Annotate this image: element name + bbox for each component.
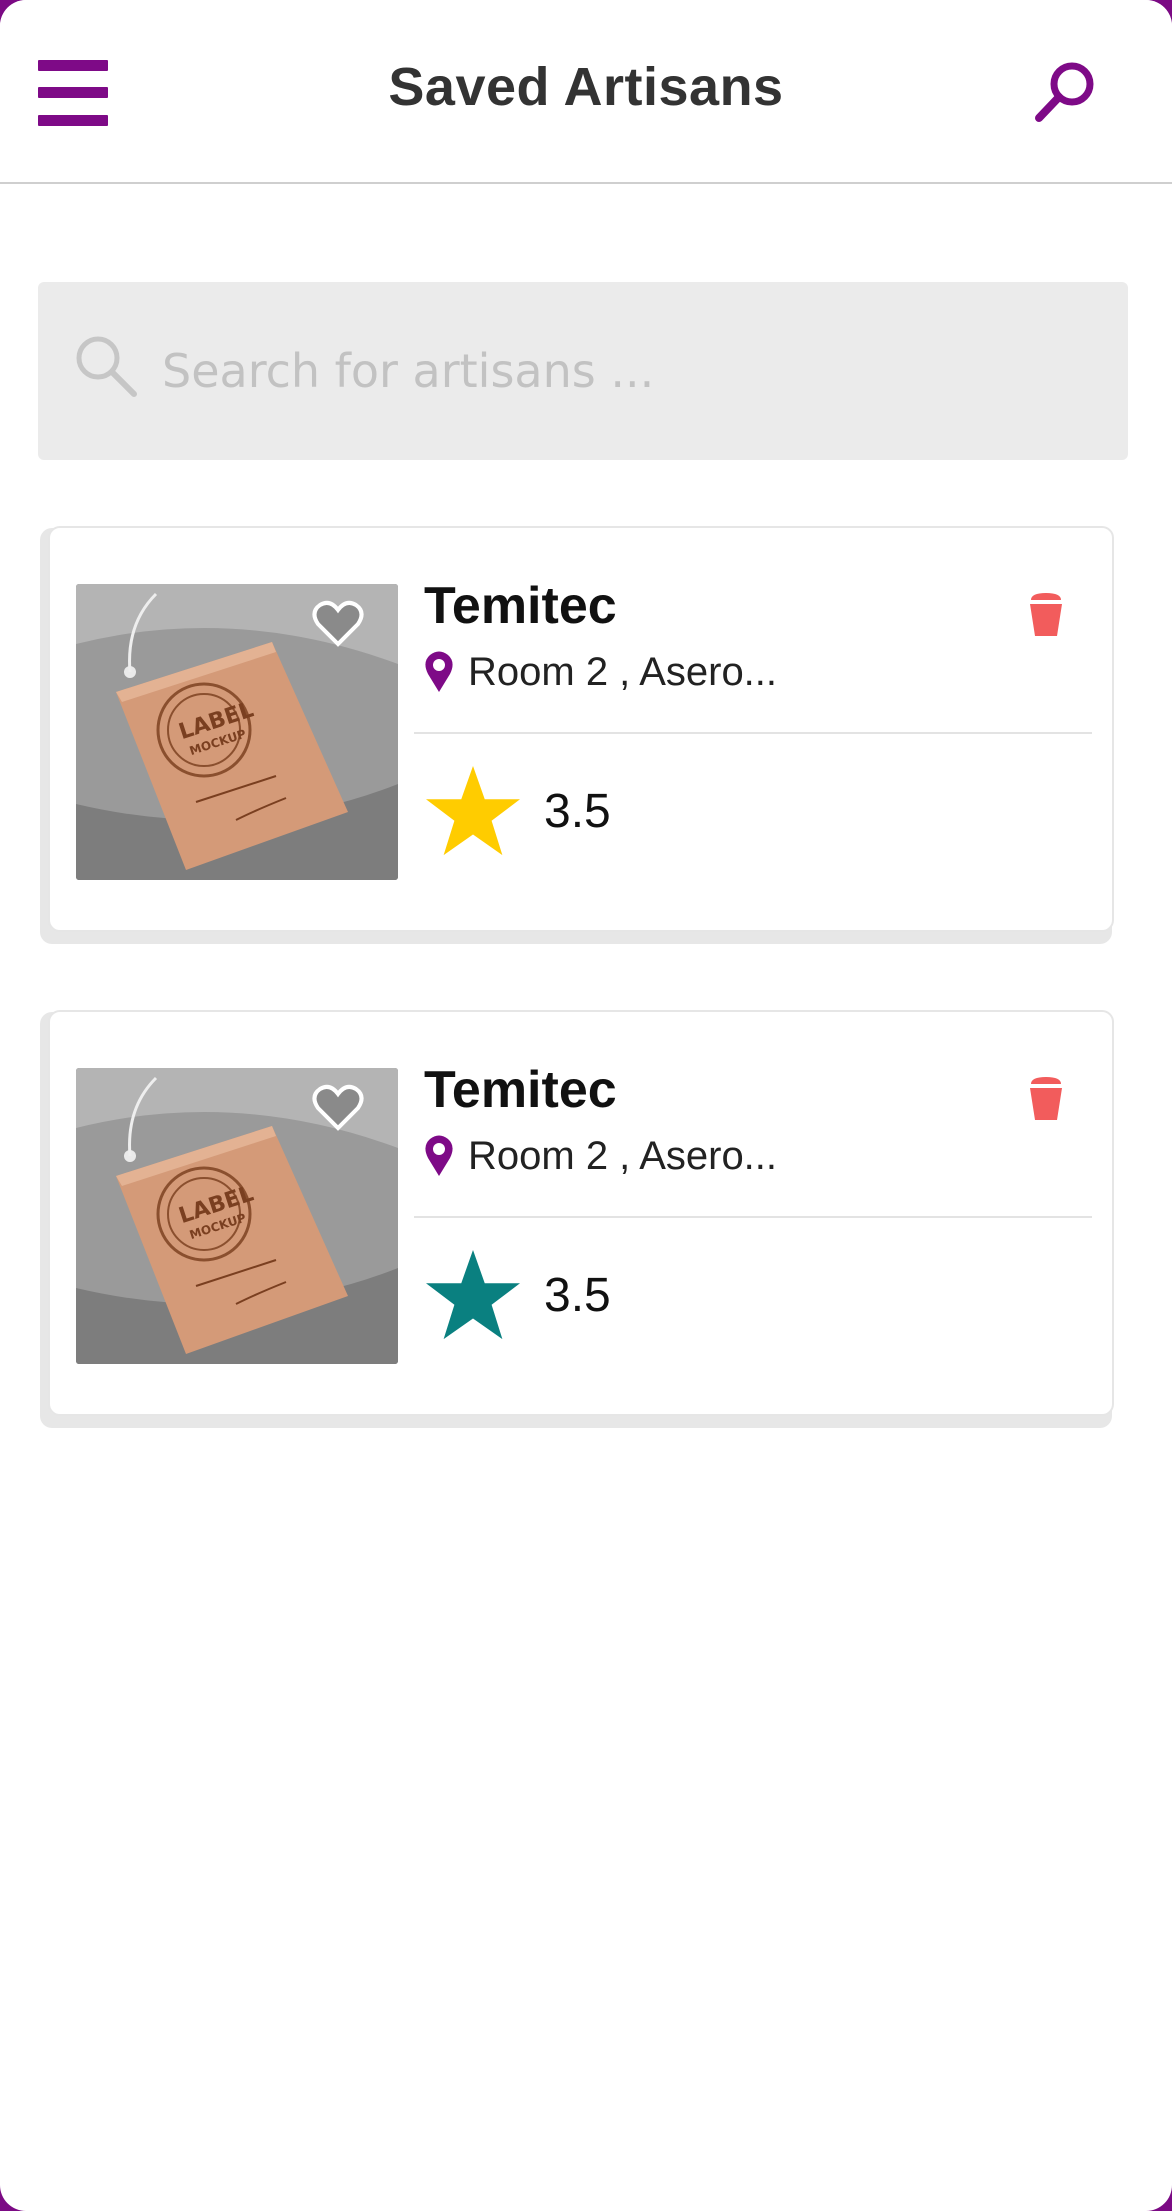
saved-artisans-screen: Saved Artisans LABEL [0,0,1172,2211]
artisan-card[interactable]: LABEL MOCKUP Temitec Room 2 , Asero... 3… [48,1010,1114,1416]
artisan-location: Room 2 , Asero... [468,1134,778,1178]
artisan-name[interactable]: Temitec [424,1060,617,1120]
page-title: Saved Artisans [388,57,784,117]
favorite-heart-icon[interactable] [312,600,364,648]
delete-icon[interactable] [1028,590,1064,638]
artisan-rating: 3.5 [544,785,611,838]
artisan-location: Room 2 , Asero... [468,650,778,694]
divider [414,1216,1092,1218]
star-icon [426,1249,520,1340]
search-icon [76,336,137,397]
search-icon[interactable] [1030,56,1100,126]
location-pin-icon [425,1135,453,1176]
search-input[interactable] [162,326,1062,416]
artisan-card[interactable]: LABEL MOCKUP Temitec Room 2 , Asero... 3… [48,526,1114,932]
app-header: Saved Artisans [0,0,1172,184]
delete-icon[interactable] [1028,1074,1064,1122]
artisan-image: LABEL MOCKUP [76,1068,398,1364]
location-pin-icon [425,651,453,692]
favorite-heart-icon[interactable] [312,1084,364,1132]
artisan-image: LABEL MOCKUP [76,584,398,880]
star-icon [426,765,520,856]
artisan-rating: 3.5 [544,1269,611,1322]
search-bar[interactable] [38,282,1128,460]
divider [414,732,1092,734]
artisan-name[interactable]: Temitec [424,576,617,636]
